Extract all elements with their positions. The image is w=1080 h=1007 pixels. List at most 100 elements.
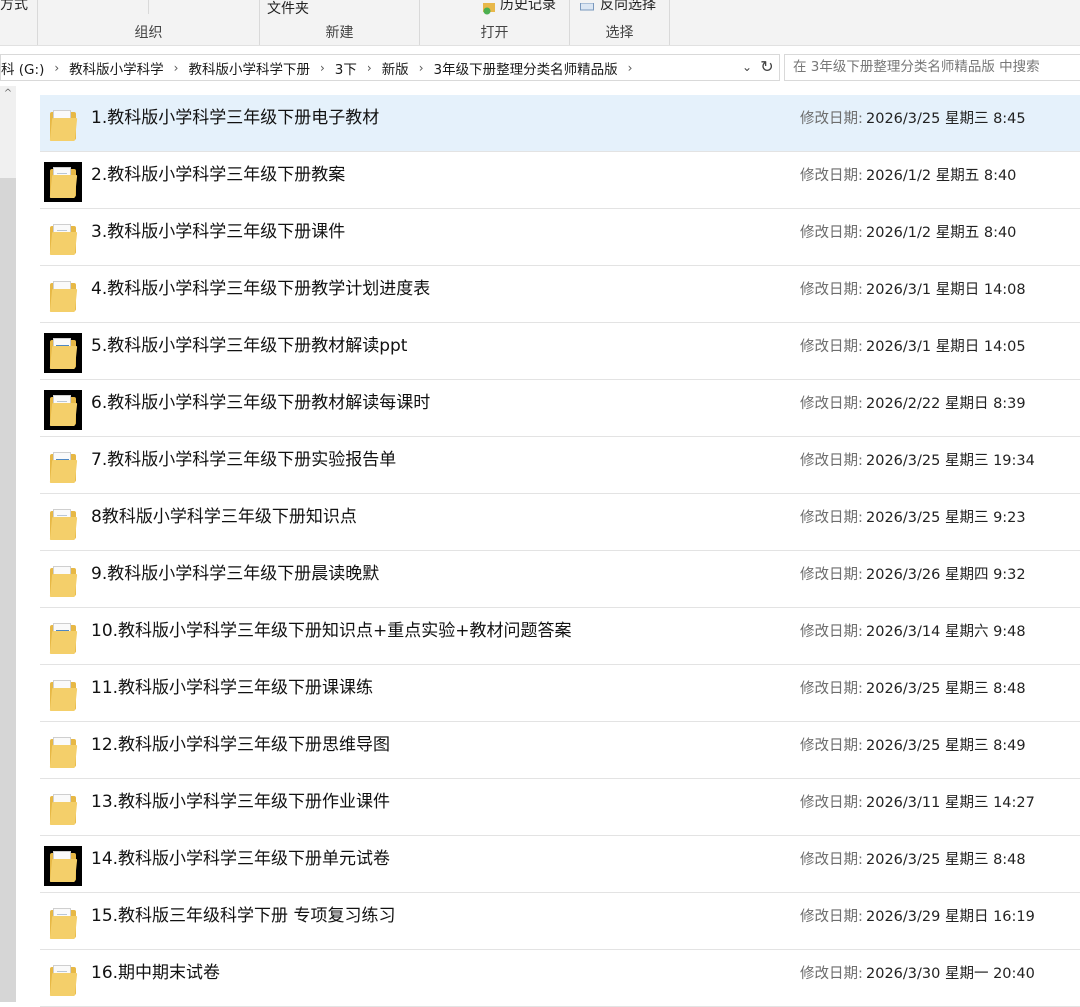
modified-date-label: 修改日期:: [800, 795, 863, 811]
breadcrumb-label: 科 (G:): [1, 61, 45, 78]
history-icon: [482, 0, 496, 15]
breadcrumb-label: 教科版小学科学: [69, 61, 164, 78]
modified-date-value: 2026/3/29 星期日 16:19: [866, 909, 1035, 925]
chevron-right-icon: ›: [366, 60, 372, 75]
breadcrumb-label: 3年级下册整理分类名师精品版: [433, 61, 618, 78]
file-name[interactable]: 11.教科版小学科学三年级下册课课练: [91, 673, 373, 698]
refresh-icon[interactable]: ↻: [757, 56, 777, 78]
scroll-up-icon[interactable]: ^: [1, 88, 15, 102]
folder-doc-icon: [44, 504, 82, 544]
file-name[interactable]: 4.教科版小学科学三年级下册教学计划进度表: [91, 274, 430, 299]
file-name[interactable]: 16.期中期末试卷: [91, 958, 220, 983]
file-row[interactable]: 12.教科版小学科学三年级下册思维导图 修改日期: 2026/3/25 星期三 8:…: [40, 722, 1080, 779]
file-row[interactable]: 4.教科版小学科学三年级下册教学计划进度表 修改日期: 2026/3/1 星期日 1…: [40, 266, 1080, 323]
file-name[interactable]: 10.教科版小学科学三年级下册知识点+重点实验+教材问题答案: [91, 616, 572, 641]
breadcrumb-item[interactable]: 新版 ›: [376, 58, 428, 78]
breadcrumb-current[interactable]: 3年级下册整理分类名师精品版 ›: [428, 58, 637, 78]
file-name[interactable]: 13.教科版小学科学三年级下册作业课件: [91, 787, 390, 812]
file-row[interactable]: 9.教科版小学科学三年级下册晨读晚默 修改日期: 2026/3/26 星期四 9:3…: [40, 551, 1080, 608]
file-row[interactable]: 10.教科版小学科学三年级下册知识点+重点实验+教材问题答案 修改日期: 2026/…: [40, 608, 1080, 665]
modified-date-value: 2026/3/30 星期一 20:40: [866, 966, 1035, 982]
folder-doc-icon: [44, 903, 82, 943]
file-name[interactable]: 9.教科版小学科学三年级下册晨读晚默: [91, 559, 379, 584]
breadcrumb-label: 3下: [334, 61, 357, 78]
modified-date-label: 修改日期:: [800, 111, 863, 127]
address-dropdown-icon[interactable]: ⌄: [738, 57, 756, 77]
file-row[interactable]: 7.教科版小学科学三年级下册实验报告单 修改日期: 2026/3/25 星期三 19…: [40, 437, 1080, 494]
modified-date-value: 2026/3/25 星期三 19:34: [866, 453, 1035, 469]
group-label-new: 新建: [325, 25, 354, 41]
modified-date-value: 2026/3/11 星期三 14:27: [866, 795, 1035, 811]
folder-image-icon: [44, 447, 82, 487]
chevron-right-icon: ›: [173, 60, 179, 75]
file-row[interactable]: 3.教科版小学科学三年级下册课件 修改日期: 2026/1/2 星期五 8:40: [40, 209, 1080, 266]
modified-date-label: 修改日期:: [800, 966, 863, 982]
ribbon-group-organize: 组织: [38, 0, 260, 45]
file-name[interactable]: 7.教科版小学科学三年级下册实验报告单: [91, 445, 396, 470]
breadcrumb-item[interactable]: 教科版小学科学下册 ›: [182, 58, 328, 78]
modified-date-value: 2026/1/2 星期五 8:40: [866, 225, 1017, 241]
address-bar[interactable]: 科 (G:) › 教科版小学科学 › 教科版小学科学下册 › 3下 › 新版 › 3年级下…: [0, 54, 780, 81]
file-row[interactable]: 6.教科版小学科学三年级下册教材解读每课时 修改日期: 2026/2/22 星期日 …: [40, 380, 1080, 437]
invert-select-button[interactable]: 反向选择: [600, 0, 656, 14]
modified-date-label: 修改日期:: [800, 852, 863, 868]
file-name[interactable]: 12.教科版小学科学三年级下册思维导图: [91, 730, 390, 755]
modified-date-label: 修改日期:: [800, 453, 863, 469]
breadcrumb-label: 教科版小学科学下册: [188, 61, 310, 78]
chevron-right-icon: ›: [627, 60, 633, 75]
file-row[interactable]: 11.教科版小学科学三年级下册课课练 修改日期: 2026/3/25 星期三 8:4…: [40, 665, 1080, 722]
file-row[interactable]: 8教科版小学科学三年级下册知识点 修改日期: 2026/3/25 星期三 9:23: [40, 494, 1080, 551]
modified-date-value: 2026/3/25 星期三 9:23: [866, 510, 1026, 526]
file-name[interactable]: 15.教科版三年级科学下册 专项复习练习: [91, 901, 395, 926]
modified-date-value: 2026/1/2 星期五 8:40: [866, 168, 1017, 184]
group-label-select: 选择: [605, 25, 634, 41]
modified-date-label: 修改日期:: [800, 681, 863, 697]
file-row[interactable]: 16.期中期末试卷 修改日期: 2026/3/30 星期一 20:40: [40, 950, 1080, 1007]
modified-date-value: 2026/3/14 星期六 9:48: [866, 624, 1026, 640]
modified-date-label: 修改日期:: [800, 168, 863, 184]
modified-date-label: 修改日期:: [800, 624, 863, 640]
breadcrumb-item[interactable]: 3下 ›: [329, 58, 376, 78]
file-name[interactable]: 6.教科版小学科学三年级下册教材解读每课时: [91, 388, 430, 413]
file-row[interactable]: 5.教科版小学科学三年级下册教材解读ppt 修改日期: 2026/3/1 星期日 1…: [40, 323, 1080, 380]
search-input[interactable]: 在 3年级下册整理分类名师精品版 中搜索: [784, 54, 1080, 81]
scrollbar-thumb[interactable]: [0, 178, 16, 1002]
file-row[interactable]: 13.教科版小学科学三年级下册作业课件 修改日期: 2026/3/11 星期三 14…: [40, 779, 1080, 836]
modified-date-label: 修改日期:: [800, 339, 863, 355]
file-name[interactable]: 5.教科版小学科学三年级下册教材解读ppt: [91, 331, 407, 356]
invert-select-icon: [580, 0, 594, 12]
modified-date-label: 修改日期:: [800, 510, 863, 526]
file-name[interactable]: 3.教科版小学科学三年级下册课件: [91, 217, 345, 242]
modified-date-value: 2026/2/22 星期日 8:39: [866, 396, 1026, 412]
modified-date-label: 修改日期:: [800, 396, 863, 412]
folder-image-icon: [44, 333, 82, 373]
file-row[interactable]: 14.教科版小学科学三年级下册单元试卷 修改日期: 2026/3/25 星期三 8:…: [40, 836, 1080, 893]
folder-icon: [44, 789, 82, 829]
chevron-right-icon: ›: [418, 60, 424, 75]
modified-date-label: 修改日期:: [800, 282, 863, 298]
group-label-open: 打开: [480, 25, 509, 41]
nav-pane-scrollbar[interactable]: ^: [0, 86, 16, 1002]
modified-date-value: 2026/3/1 星期日 14:05: [866, 339, 1026, 355]
file-list: 1.教科版小学科学三年级下册电子教材 修改日期: 2026/3/25 星期三 8:4…: [40, 95, 1080, 1007]
file-name[interactable]: 14.教科版小学科学三年级下册单元试卷: [91, 844, 390, 869]
folder-pdf-icon: [44, 561, 82, 601]
ribbon: 方式 组织 文件夹 新建 历史记录 打开 反向选择 选择: [0, 0, 1080, 46]
file-name[interactable]: 1.教科版小学科学三年级下册电子教材: [91, 103, 379, 128]
breadcrumb-drive[interactable]: 科 (G:) ›: [1, 58, 63, 78]
file-row[interactable]: 15.教科版三年级科学下册 专项复习练习 修改日期: 2026/3/29 星期日 1…: [40, 893, 1080, 950]
file-name[interactable]: 8教科版小学科学三年级下册知识点: [91, 502, 357, 527]
breadcrumb-label: 新版: [381, 61, 409, 78]
folder-pdf-icon: [44, 732, 82, 772]
modified-date-value: 2026/3/25 星期三 8:45: [866, 111, 1026, 127]
folder-image-icon: [44, 618, 82, 658]
file-row[interactable]: 1.教科版小学科学三年级下册电子教材 修改日期: 2026/3/25 星期三 8:4…: [40, 95, 1080, 152]
folder-doc-icon: [44, 219, 82, 259]
new-folder-button[interactable]: 文件夹: [267, 0, 309, 18]
file-name[interactable]: 2.教科版小学科学三年级下册教案: [91, 160, 345, 185]
file-row[interactable]: 2.教科版小学科学三年级下册教案 修改日期: 2026/1/2 星期五 8:40: [40, 152, 1080, 209]
ribbon-group-new: 文件夹 新建: [260, 0, 420, 45]
breadcrumb-item[interactable]: 教科版小学科学 ›: [63, 58, 182, 78]
group-label-organize: 组织: [134, 25, 163, 41]
history-button[interactable]: 历史记录: [500, 0, 556, 14]
